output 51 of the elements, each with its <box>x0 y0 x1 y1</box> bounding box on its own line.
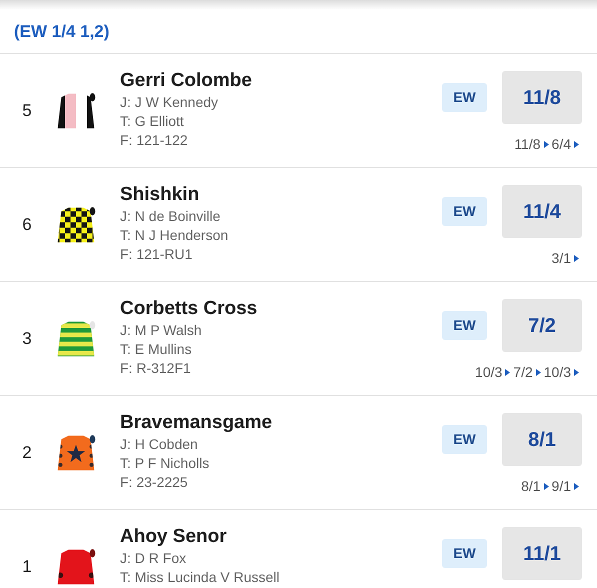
trainer-label: T: Miss Lucinda V Russell <box>120 568 281 587</box>
runner-number: 3 <box>21 328 33 350</box>
triangle-icon <box>574 255 579 262</box>
horse-name: Gerri Colombe <box>120 69 253 93</box>
horse-name: Shishkin <box>120 183 200 207</box>
odds-button[interactable]: 11/1 <box>502 527 582 580</box>
jockey-label: J: J W Kennedy <box>120 93 220 112</box>
each-way-button[interactable]: EW <box>442 311 487 340</box>
form-label: F: 121-122 <box>120 131 189 150</box>
each-way-button[interactable]: EW <box>442 425 487 454</box>
trainer-label: T: G Elliott <box>120 112 185 131</box>
triangle-icon <box>544 483 549 490</box>
triangle-icon <box>544 141 549 148</box>
trainer-label: T: P F Nicholls <box>120 454 210 473</box>
triangle-icon <box>505 369 510 376</box>
jockey-label: J: H Cobden <box>120 435 199 454</box>
form-label: F: 23-2225 <box>120 473 189 492</box>
price-history: 10/3 <box>544 363 571 382</box>
jockey-label: J: D R Fox <box>120 549 188 568</box>
runner-number: 5 <box>21 100 33 122</box>
price-history: 3/1 <box>552 249 571 268</box>
trainer-label: T: E Mullins <box>120 340 193 359</box>
runner-number: 1 <box>21 556 33 578</box>
runner-number: 6 <box>21 214 33 236</box>
price-history: 8/1 <box>521 477 541 496</box>
each-way-button[interactable]: EW <box>442 83 487 112</box>
horse-name: Corbetts Cross <box>120 297 258 321</box>
triangle-icon <box>574 141 579 148</box>
form-label: F: 121-RU1 <box>120 245 194 264</box>
jockey-label: J: M P Walsh <box>120 321 203 340</box>
odds-button[interactable]: 8/1 <box>502 413 582 466</box>
trainer-label: T: N J Henderson <box>120 226 230 245</box>
each-way-button[interactable]: EW <box>442 197 487 226</box>
price-history: 7/2 <box>513 363 533 382</box>
price-history: 9/1 <box>552 477 571 496</box>
runner-number: 2 <box>21 442 33 464</box>
price-history: 6/4 <box>552 135 571 154</box>
each-way-button[interactable]: EW <box>442 539 487 568</box>
price-history: 11/8 <box>514 135 541 154</box>
horse-name: Bravemansgame <box>120 411 274 435</box>
each-way-terms: (EW 1/4 1,2) <box>14 20 110 43</box>
horse-name: Ahoy Senor <box>120 525 228 549</box>
price-history: 10/3 <box>475 363 502 382</box>
odds-button[interactable]: 11/4 <box>502 185 582 238</box>
jockey-label: J: N de Boinville <box>120 207 222 226</box>
triangle-icon <box>574 483 579 490</box>
form-label: F: R-312F1 <box>120 359 192 378</box>
triangle-icon <box>536 369 541 376</box>
triangle-icon <box>574 369 579 376</box>
odds-button[interactable]: 7/2 <box>502 299 582 352</box>
odds-button[interactable]: 11/8 <box>502 71 582 124</box>
